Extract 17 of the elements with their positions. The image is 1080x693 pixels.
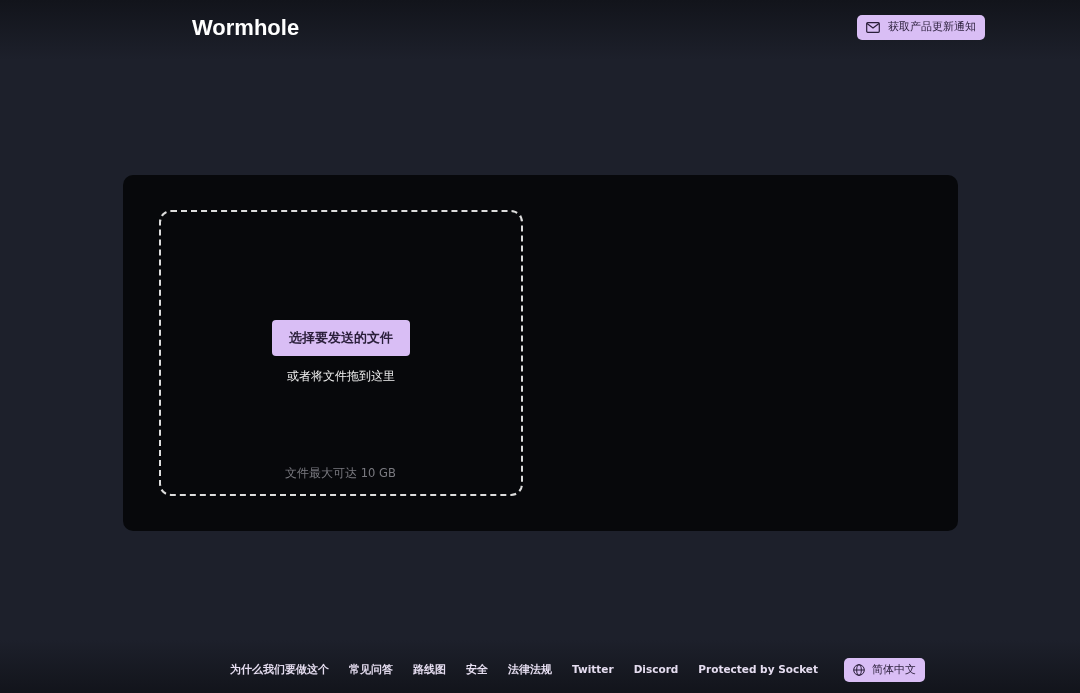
footer-link[interactable]: 法律法规 (508, 662, 552, 678)
notify-button[interactable]: 获取产品更新通知 (857, 15, 985, 40)
footer-link[interactable]: Discord (633, 662, 679, 678)
choose-file-button[interactable]: 选择要发送的文件 (271, 320, 410, 356)
language-button[interactable]: 简体中文 (844, 657, 925, 683)
drop-zone[interactable]: 选择要发送的文件 或者将文件拖到这里 文件最大可达 10 GB (158, 210, 523, 496)
footer-link[interactable]: 路线图 (413, 662, 446, 678)
logo[interactable]: Wormhole (192, 11, 300, 44)
footer-link[interactable]: Protected by Socket (698, 662, 818, 678)
mail-icon (866, 22, 880, 33)
footer-link[interactable]: Twitter (572, 662, 614, 678)
footer-link[interactable]: 安全 (466, 662, 488, 678)
drag-hint: 或者将文件拖到这里 (286, 367, 395, 385)
globe-icon (853, 664, 865, 676)
size-limit-text: 文件最大可达 10 GB (285, 464, 396, 482)
footer-link[interactable]: 常见问答 (349, 662, 393, 678)
footer-link[interactable]: 为什么我们要做这个 (230, 662, 329, 678)
